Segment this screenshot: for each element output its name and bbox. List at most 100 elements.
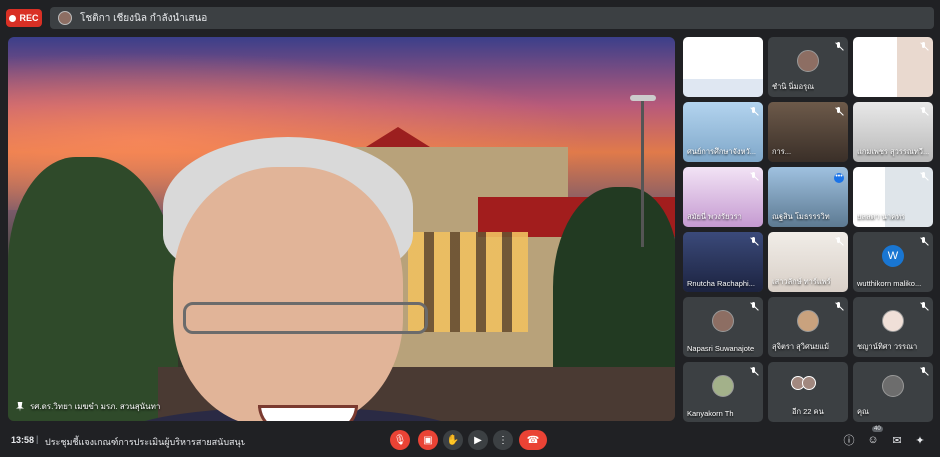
mic-off-icon <box>919 42 928 51</box>
mic-off-icon <box>919 237 928 246</box>
self-tile[interactable]: คุณ <box>853 362 933 422</box>
participant-tile[interactable]: Rnutcha Rachaphi... <box>683 232 763 292</box>
people-button[interactable]: ☺ <box>864 431 882 449</box>
others-avatars <box>791 376 816 390</box>
presenter-avatar <box>58 11 72 25</box>
speaker-glasses <box>183 302 428 334</box>
meeting-details-button[interactable]: ⓘ <box>840 431 858 449</box>
mic-off-icon <box>749 172 758 181</box>
participant-name: Rnutcha Rachaphi... <box>687 279 755 288</box>
participant-tile[interactable]: Napasri Suwanajote <box>683 297 763 357</box>
avatar <box>712 375 734 397</box>
participant-name: ชญาน์ทิศา วรรณา <box>857 342 918 351</box>
speaker-video <box>118 137 468 421</box>
top-bar: REC โชติกา เชียงนิล กำลังนำเสนอ <box>0 0 940 36</box>
raise-hand-button[interactable]: ✋ <box>443 430 463 450</box>
speaker-smile <box>258 405 358 421</box>
record-dot-icon <box>9 14 17 22</box>
more-options-icon[interactable]: ••• <box>834 173 844 183</box>
presenter-text: โชติกา เชียงนิล กำลังนำเสนอ <box>80 12 208 24</box>
speaker-face <box>173 167 428 421</box>
avatar: W <box>882 245 904 267</box>
avatar <box>712 310 734 332</box>
background-lamp <box>630 95 656 101</box>
avatar <box>797 50 819 72</box>
others-count-label: อีก 22 คน <box>792 407 824 416</box>
participant-name: ณฐสิน โมธรรรวิท <box>772 212 830 221</box>
separator: | <box>36 434 39 444</box>
meeting-title[interactable]: ประชุมชี้แจงเกณฑ์การประเมินผู้บริหารสายส… <box>45 435 245 449</box>
hangup-icon: ☎ <box>526 434 540 446</box>
avatar <box>882 310 904 332</box>
info-icon: ⓘ <box>843 435 855 447</box>
background-trees <box>553 187 675 387</box>
present-screen-button[interactable]: ▶ <box>468 430 488 450</box>
people-icon: ☺ <box>867 434 879 446</box>
participant-tile[interactable]: การ... <box>768 102 848 162</box>
mic-off-icon <box>919 172 928 181</box>
participant-name: การ... <box>772 147 792 156</box>
more-options-button[interactable]: ⋮ <box>493 430 513 450</box>
mic-off-icon <box>749 42 758 51</box>
pin-icon[interactable] <box>16 401 24 412</box>
chat-button[interactable]: ✉ <box>888 431 906 449</box>
participant-tile[interactable]: ชญาน์ทิศา วรรณา <box>853 297 933 357</box>
activities-button[interactable]: ✦ <box>911 431 929 449</box>
more-vert-icon: ⋮ <box>498 434 508 446</box>
leave-call-button[interactable]: ☎ <box>519 430 547 450</box>
avatar <box>797 310 819 332</box>
participant-name: คุณ <box>857 407 869 416</box>
bottom-toolbar: 13:58 | ประชุมชี้แจงเกณฑ์การประเมินผู้บร… <box>0 424 940 457</box>
hand-icon: ✋ <box>446 434 460 446</box>
camera-toggle-button[interactable]: ▣ <box>418 430 438 450</box>
participant-name: ชำนิ นิ่มอรุณ <box>772 82 815 91</box>
avatar <box>882 375 904 397</box>
participant-name: ยลลดา นาคทร <box>857 212 906 221</box>
mic-off-icon <box>834 302 843 311</box>
main-speaker-name: รศ.ดร.วิทยา เมฆขำ มรภ. สวนสุนันทา <box>16 400 160 413</box>
participant-tile[interactable] <box>683 37 763 97</box>
clock: 13:58 <box>11 435 35 445</box>
main-speaker-tile[interactable]: รศ.ดร.วิทยา เมฆขำ มรภ. สวนสุนันทา <box>8 37 675 421</box>
recording-badge: REC <box>6 9 42 27</box>
present-icon: ▶ <box>474 434 482 446</box>
participant-tile[interactable]: ยลลดา นาคทร <box>853 167 933 227</box>
participant-tile[interactable]: W wutthikorn maliko... <box>853 232 933 292</box>
mic-off-icon <box>749 107 758 116</box>
recording-label: REC <box>19 13 39 23</box>
mic-off-icon <box>919 302 928 311</box>
participant-tile[interactable]: เสาวลักษ์ ทาร์แพร์ <box>768 232 848 292</box>
mic-off-icon <box>919 367 928 376</box>
participant-name: แกมเพชร สุวรรณทวี... <box>857 147 929 156</box>
microphone-toggle-button[interactable]: 🎙 <box>390 430 410 450</box>
participant-name: wutthikorn maliko... <box>857 279 922 288</box>
mic-off-icon: 🎙 <box>393 434 407 446</box>
chat-icon: ✉ <box>892 434 902 447</box>
participant-tile[interactable]: สมัยนี่ พวงรัยวรา <box>683 167 763 227</box>
mic-off-icon <box>834 107 843 116</box>
participant-tile[interactable]: ชำนิ นิ่มอรุณ <box>768 37 848 97</box>
participant-name: ศนย์การศึกษาจังหวั... <box>687 147 756 156</box>
participant-tile[interactable]: สุจิตรา สุวิศนยแม้ <box>768 297 848 357</box>
speaker-name-label: รศ.ดร.วิทยา เมฆขำ มรภ. สวนสุนันทา <box>30 402 161 411</box>
participant-name: สมัยนี่ พวงรัยวรา <box>687 212 742 221</box>
mic-off-icon <box>834 237 843 246</box>
mic-off-icon <box>834 42 843 51</box>
participant-name: Napasri Suwanajote <box>687 344 755 353</box>
participant-tile[interactable] <box>853 37 933 97</box>
participant-tile[interactable]: แกมเพชร สุวรรณทวี... <box>853 102 933 162</box>
others-tile[interactable]: อีก 22 คน <box>768 362 848 422</box>
mic-off-icon <box>749 237 758 246</box>
camera-off-icon: ▣ <box>423 434 433 446</box>
mic-off-icon <box>749 302 758 311</box>
mic-off-icon <box>919 107 928 116</box>
participant-name: เสาวลักษ์ ทาร์แพร์ <box>772 277 831 286</box>
activities-icon: ✦ <box>915 434 925 447</box>
presenter-banner[interactable]: โชติกา เชียงนิล กำลังนำเสนอ <box>50 7 934 29</box>
participant-name: สุจิตรา สุวิศนยแม้ <box>772 342 830 351</box>
background-lamp <box>641 97 644 247</box>
participant-tile[interactable]: ศนย์การศึกษาจังหวั... <box>683 102 763 162</box>
participant-name: Kanyakorn Th <box>687 409 734 418</box>
participant-tile[interactable]: Kanyakorn Th <box>683 362 763 422</box>
participant-tile[interactable]: ••• ณฐสิน โมธรรรวิท <box>768 167 848 227</box>
